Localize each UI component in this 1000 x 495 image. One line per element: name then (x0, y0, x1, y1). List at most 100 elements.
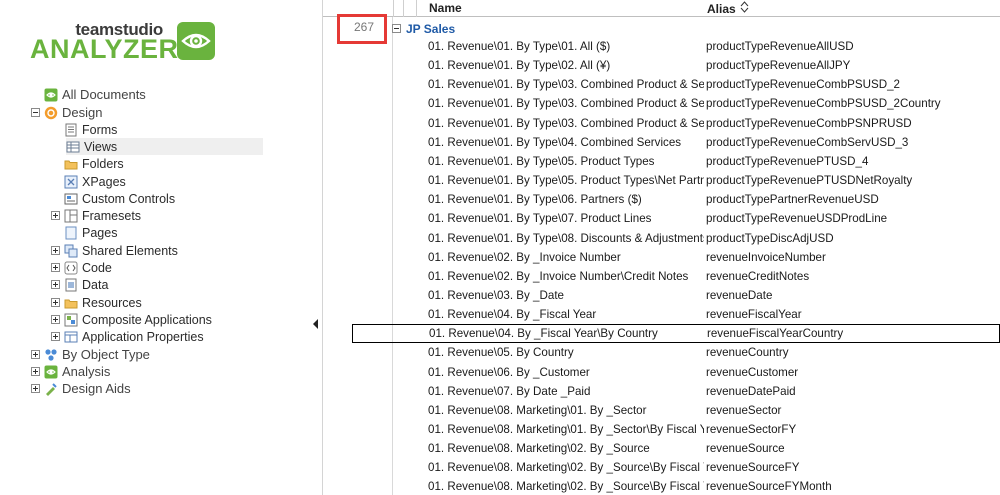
cell-name: 01. Revenue\08. Marketing\01. By _Sector… (428, 423, 704, 436)
table-row[interactable]: 01. Revenue\03. By _Date revenueDate (425, 286, 1000, 305)
tree-item-xpages[interactable]: XPages (51, 173, 126, 190)
table-row[interactable]: 01. Revenue\01. By Type\02. All (¥) produ… (425, 56, 1000, 75)
data-icon (64, 278, 78, 292)
table-row[interactable]: 01. Revenue\01. By Type\08. Discounts & … (425, 229, 1000, 248)
tree-item-data[interactable]: Data (51, 276, 108, 293)
table-row[interactable]: 01. Revenue\01. By Type\01. All ($) produ… (425, 37, 1000, 56)
column-header-name[interactable]: Name (429, 0, 462, 17)
tree-item-label: Forms (82, 122, 118, 137)
collapse-icon[interactable] (392, 24, 401, 33)
tree-item-label: Composite Applications (82, 312, 212, 327)
tree-item-label: Shared Elements (82, 243, 178, 258)
tree-item-custom-controls[interactable]: Custom Controls (51, 190, 175, 207)
cell-name: 01. Revenue\02. By _Invoice Number\Credi… (428, 269, 689, 283)
table-row[interactable]: 01. Revenue\08. Marketing\01. By _Sector… (425, 401, 1000, 420)
analysis-icon (44, 365, 58, 379)
tree-item-framesets[interactable]: Framesets (51, 207, 141, 224)
table-row[interactable]: 01. Revenue\01. By Type\03. Combined Pro… (425, 114, 1000, 133)
cell-name: 01. Revenue\07. By Date _Paid (428, 384, 591, 398)
cell-alias: revenueSourceFY (706, 461, 800, 475)
collapse-icon[interactable] (31, 108, 40, 117)
tree-item-label: By Object Type (62, 347, 150, 362)
framesets-icon (64, 209, 78, 223)
cell-alias: productTypeDiscAdjUSD (706, 231, 834, 245)
navigator-panel: teamstudio ANALYZER All Documents Design F… (0, 0, 322, 495)
expand-icon[interactable] (51, 315, 60, 324)
table-row[interactable]: 01. Revenue\06. By _Customer revenueCusto… (425, 363, 1000, 382)
tree-item-label: Design Aids (62, 381, 131, 396)
tree-item-label: Folders (82, 156, 124, 171)
tree-item-all-documents[interactable]: All Documents (31, 86, 146, 103)
table-row[interactable]: 01. Revenue\08. Marketing\02. By _Source… (425, 439, 1000, 458)
cell-name: 01. Revenue\05. By Country (428, 346, 574, 360)
cell-alias: revenueFiscalYearCountry (707, 327, 844, 341)
tree-item-label: Data (82, 277, 109, 292)
table-row[interactable]: 01. Revenue\01. By Type\03. Combined Pro… (425, 94, 1000, 113)
expand-icon[interactable] (51, 246, 60, 255)
cell-alias: productTypeRevenueAllUSD (706, 40, 854, 53)
category-row[interactable]: JP Sales (392, 20, 455, 37)
form-icon (64, 123, 78, 137)
expand-icon[interactable] (51, 332, 60, 341)
tree-item-shared-elements[interactable]: Shared Elements (51, 242, 178, 259)
table-row[interactable]: 01. Revenue\08. Marketing\01. By _Sector… (425, 420, 1000, 439)
tree-item-design[interactable]: Design (31, 104, 102, 121)
table-row[interactable]: 01. Revenue\01. By Type\05. Product Type… (425, 152, 1000, 171)
table-row[interactable]: 01. Revenue\02. By _Invoice Number revenu… (425, 248, 1000, 267)
expand-icon[interactable] (31, 367, 40, 376)
expand-icon[interactable] (51, 280, 60, 289)
cell-name: 01. Revenue\03. By _Date (428, 288, 564, 302)
tree-item-pages[interactable]: Pages (51, 224, 117, 241)
cell-alias: productTypeRevenueCombPSNPRUSD (706, 116, 912, 130)
tree-item-label: Resources (82, 295, 142, 310)
table-row[interactable]: 01. Revenue\07. By Date _Paid revenueDate… (425, 382, 1000, 401)
composite-applications-icon (64, 313, 78, 327)
table-row[interactable]: 01. Revenue\01. By Type\05. Product Type… (425, 171, 1000, 190)
tree-item-resources[interactable]: Resources (51, 294, 142, 311)
expand-icon[interactable] (51, 263, 60, 272)
design-icon (44, 106, 58, 120)
page-icon (64, 226, 78, 240)
tree-item-views[interactable]: Views (66, 138, 263, 155)
expand-icon[interactable] (31, 350, 40, 359)
application-properties-icon (64, 330, 78, 344)
collapse-panel-arrow-icon[interactable] (313, 319, 318, 329)
cell-name: 01. Revenue\01. By Type\05. Product Type… (428, 154, 655, 168)
tree-item-design-aids[interactable]: Design Aids (31, 380, 131, 397)
table-row[interactable]: 01. Revenue\04. By _Fiscal Year revenueFi… (425, 305, 1000, 324)
table-row[interactable]: 01. Revenue\01. By Type\07. Product Line… (425, 209, 1000, 228)
tree-item-application-properties[interactable]: Application Properties (51, 328, 204, 345)
table-row[interactable]: 01. Revenue\01. By Type\04. Combined Ser… (425, 133, 1000, 152)
tree-item-by-object-type[interactable]: By Object Type (31, 346, 150, 363)
tree-item-label: Design (62, 105, 103, 120)
tree-item-forms[interactable]: Forms (51, 121, 117, 138)
table-row[interactable]: 01. Revenue\04. By _Fiscal Year\By Count… (352, 324, 1000, 344)
table-row[interactable]: 01. Revenue\02. By _Invoice Number\Credi… (425, 267, 1000, 286)
view-icon (66, 140, 80, 154)
tree-item-folders[interactable]: Folders (51, 155, 124, 172)
table-row[interactable]: 01. Revenue\08. Marketing\02. By _Source… (425, 458, 1000, 477)
cell-alias: productTypePartnerRevenueUSD (706, 193, 879, 207)
sort-icon[interactable] (740, 0, 749, 17)
cell-name: 01. Revenue\02. By _Invoice Number (428, 250, 621, 264)
tree-item-analysis[interactable]: Analysis (31, 363, 110, 380)
table-row[interactable]: 01. Revenue\05. By Country revenueCountry (425, 343, 1000, 362)
table-row[interactable]: 01. Revenue\01. By Type\03. Combined Pro… (425, 75, 1000, 94)
logo-product-text: ANALYZER (30, 34, 179, 64)
tree-item-label: Analysis (62, 364, 111, 379)
table-row[interactable]: 01. Revenue\01. By Type\06. Partners ($)… (425, 190, 1000, 209)
cell-name: 01. Revenue\06. By _Customer (428, 365, 590, 379)
tree-item-label: Code (82, 260, 112, 275)
expand-icon[interactable] (51, 211, 60, 220)
teamstudio-analyzer-logo: teamstudio ANALYZER (30, 20, 215, 70)
tree-item-composite-applications[interactable]: Composite Applications (51, 311, 212, 328)
table-row[interactable]: 01. Revenue\08. Marketing\02. By _Source… (425, 477, 1000, 495)
tree-item-code[interactable]: Code (51, 259, 112, 276)
cell-name: 01. Revenue\01. By Type\03. Combined Pro… (428, 97, 704, 111)
expand-icon[interactable] (51, 298, 60, 307)
cell-alias: revenueSourceFYMonth (706, 480, 832, 494)
expand-icon[interactable] (31, 384, 40, 393)
column-header-alias[interactable]: Alias (707, 0, 749, 17)
cell-alias: revenueDatePaid (706, 384, 796, 398)
cell-name: 01. Revenue\08. Marketing\01. By _Sector (428, 403, 647, 417)
